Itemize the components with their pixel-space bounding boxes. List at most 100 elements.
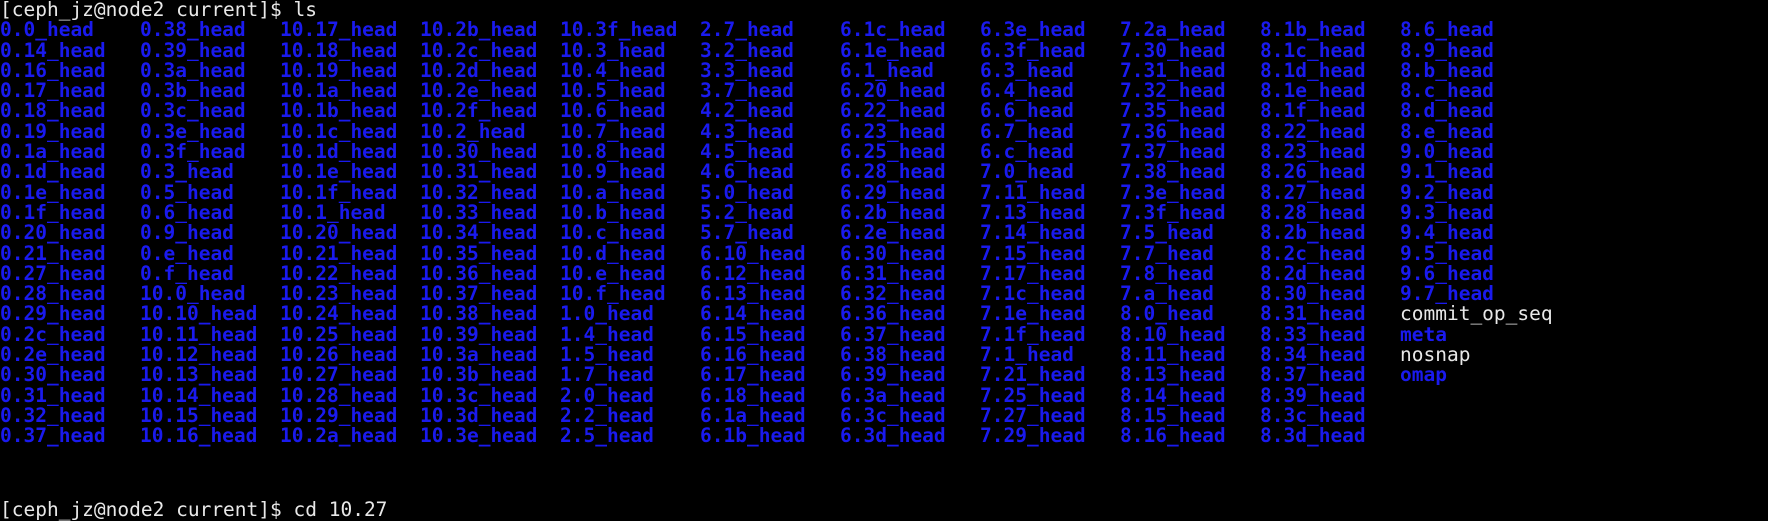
directory-entry[interactable]: 6.1b_head (700, 426, 806, 446)
directory-entry[interactable]: 6.17_head (700, 365, 806, 385)
directory-entry[interactable]: 8.23_head (1260, 142, 1366, 162)
directory-entry[interactable]: 0.20_head (0, 223, 106, 243)
directory-entry[interactable]: 6.1c_head (840, 20, 946, 40)
directory-entry[interactable]: 4.6_head (700, 162, 794, 182)
directory-entry[interactable]: 10.1b_head (280, 101, 397, 121)
directory-entry[interactable]: 0.3f_head (140, 142, 246, 162)
directory-entry[interactable]: 6.3d_head (840, 426, 946, 446)
directory-entry[interactable]: 1.7_head (560, 365, 654, 385)
directory-entry[interactable]: 8.30_head (1260, 284, 1366, 304)
directory-entry[interactable]: 7.27_head (980, 406, 1086, 426)
directory-entry[interactable]: 7.1_head (980, 345, 1074, 365)
directory-entry[interactable]: 6.1a_head (700, 406, 806, 426)
directory-entry[interactable]: 0.17_head (0, 81, 106, 101)
directory-entry[interactable]: 10.7_head (560, 122, 666, 142)
directory-entry[interactable]: 6.3a_head (840, 386, 946, 406)
directory-entry[interactable]: 8.6_head (1400, 20, 1494, 40)
directory-entry[interactable]: 7.15_head (980, 244, 1086, 264)
directory-entry[interactable]: 10.2e_head (420, 81, 537, 101)
terminal-window[interactable]: [ceph_jz@node2 current]$ ls 0.0_head 0.38… (0, 0, 1768, 520)
directory-entry[interactable]: 9.3_head (1400, 203, 1494, 223)
directory-entry[interactable]: 10.4_head (560, 61, 666, 81)
directory-entry[interactable]: 7.36_head (1120, 122, 1226, 142)
directory-entry[interactable]: 7.2a_head (1120, 20, 1226, 40)
directory-entry[interactable]: 10.38_head (420, 304, 537, 324)
directory-entry[interactable]: 6.39_head (840, 365, 946, 385)
directory-entry[interactable]: 10.36_head (420, 264, 537, 284)
directory-entry[interactable]: 8.d_head (1400, 101, 1494, 121)
directory-entry[interactable]: 8.2b_head (1260, 223, 1366, 243)
directory-entry[interactable]: 0.e_head (140, 244, 234, 264)
directory-entry[interactable]: 6.37_head (840, 325, 946, 345)
directory-entry[interactable]: 6.6_head (980, 101, 1074, 121)
directory-entry[interactable]: 8.26_head (1260, 162, 1366, 182)
directory-entry[interactable]: 10.10_head (140, 304, 257, 324)
directory-entry[interactable]: 4.5_head (700, 142, 794, 162)
directory-entry[interactable]: 10.6_head (560, 101, 666, 121)
directory-entry[interactable]: 4.3_head (700, 122, 794, 142)
directory-entry[interactable]: 0.14_head (0, 41, 106, 61)
directory-entry[interactable]: 9.7_head (1400, 284, 1494, 304)
directory-entry[interactable]: 8.14_head (1120, 386, 1226, 406)
directory-entry[interactable]: 10.19_head (280, 61, 397, 81)
directory-entry[interactable]: 0.29_head (0, 304, 106, 324)
directory-entry[interactable]: 9.0_head (1400, 142, 1494, 162)
directory-entry[interactable]: 6.22_head (840, 101, 946, 121)
directory-entry[interactable]: 10.f_head (560, 284, 666, 304)
directory-entry[interactable]: 10.27_head (280, 365, 397, 385)
directory-entry[interactable]: 7.35_head (1120, 101, 1226, 121)
directory-entry[interactable]: 10.2f_head (420, 101, 537, 121)
directory-entry[interactable]: 7.29_head (980, 426, 1086, 446)
directory-entry[interactable]: 10.3b_head (420, 365, 537, 385)
directory-entry[interactable]: omap (1400, 365, 1447, 385)
directory-entry[interactable]: 6.25_head (840, 142, 946, 162)
directory-entry[interactable]: 8.1b_head (1260, 20, 1366, 40)
directory-entry[interactable]: 0.1d_head (0, 162, 106, 182)
directory-entry[interactable]: 6.3e_head (980, 20, 1086, 40)
directory-entry[interactable]: 10.18_head (280, 41, 397, 61)
directory-entry[interactable]: 10.1c_head (280, 122, 397, 142)
directory-entry[interactable]: 6.20_head (840, 81, 946, 101)
directory-entry[interactable]: 10.a_head (560, 183, 666, 203)
directory-entry[interactable]: 6.3_head (980, 61, 1074, 81)
directory-entry[interactable]: 2.0_head (560, 386, 654, 406)
directory-entry[interactable]: 9.6_head (1400, 264, 1494, 284)
directory-entry[interactable]: 8.27_head (1260, 183, 1366, 203)
directory-entry[interactable]: 6.3f_head (980, 41, 1086, 61)
shell-prompt-line-bottom[interactable]: [ceph_jz@node2 current]$ cd 10.27 (0, 499, 387, 520)
directory-entry[interactable]: 10.14_head (140, 386, 257, 406)
directory-entry[interactable]: 0.3c_head (140, 101, 246, 121)
directory-entry[interactable]: 6.7_head (980, 122, 1074, 142)
directory-entry[interactable]: 8.15_head (1120, 406, 1226, 426)
directory-entry[interactable]: 8.c_head (1400, 81, 1494, 101)
directory-entry[interactable]: 7.5_head (1120, 223, 1214, 243)
directory-entry[interactable]: 6.2b_head (840, 203, 946, 223)
directory-entry[interactable]: 7.1f_head (980, 325, 1086, 345)
directory-entry[interactable]: 0.30_head (0, 365, 106, 385)
directory-entry[interactable]: 0.9_head (140, 223, 234, 243)
directory-entry[interactable]: 8.13_head (1120, 365, 1226, 385)
directory-entry[interactable]: 0.6_head (140, 203, 234, 223)
directory-entry[interactable]: 10.3c_head (420, 386, 537, 406)
directory-entry[interactable]: 1.5_head (560, 345, 654, 365)
directory-entry[interactable]: 5.0_head (700, 183, 794, 203)
directory-entry[interactable]: 10.1_head (280, 203, 386, 223)
directory-entry[interactable]: 8.22_head (1260, 122, 1366, 142)
directory-entry[interactable]: 10.2c_head (420, 41, 537, 61)
directory-entry[interactable]: 8.37_head (1260, 365, 1366, 385)
directory-entry[interactable]: 7.31_head (1120, 61, 1226, 81)
directory-entry[interactable]: 0.39_head (140, 41, 246, 61)
directory-entry[interactable]: 6.29_head (840, 183, 946, 203)
directory-entry[interactable]: 10.1f_head (280, 183, 397, 203)
directory-entry[interactable]: 0.16_head (0, 61, 106, 81)
directory-entry[interactable]: 10.3e_head (420, 426, 537, 446)
directory-entry[interactable]: 7.14_head (980, 223, 1086, 243)
directory-entry[interactable]: 9.4_head (1400, 223, 1494, 243)
directory-entry[interactable]: 10.37_head (420, 284, 537, 304)
directory-entry[interactable]: 6.23_head (840, 122, 946, 142)
directory-entry[interactable]: 10.5_head (560, 81, 666, 101)
directory-entry[interactable]: 7.30_head (1120, 41, 1226, 61)
directory-entry[interactable]: 6.10_head (700, 244, 806, 264)
directory-entry[interactable]: 10.0_head (140, 284, 246, 304)
directory-entry[interactable]: 0.38_head (140, 20, 246, 40)
